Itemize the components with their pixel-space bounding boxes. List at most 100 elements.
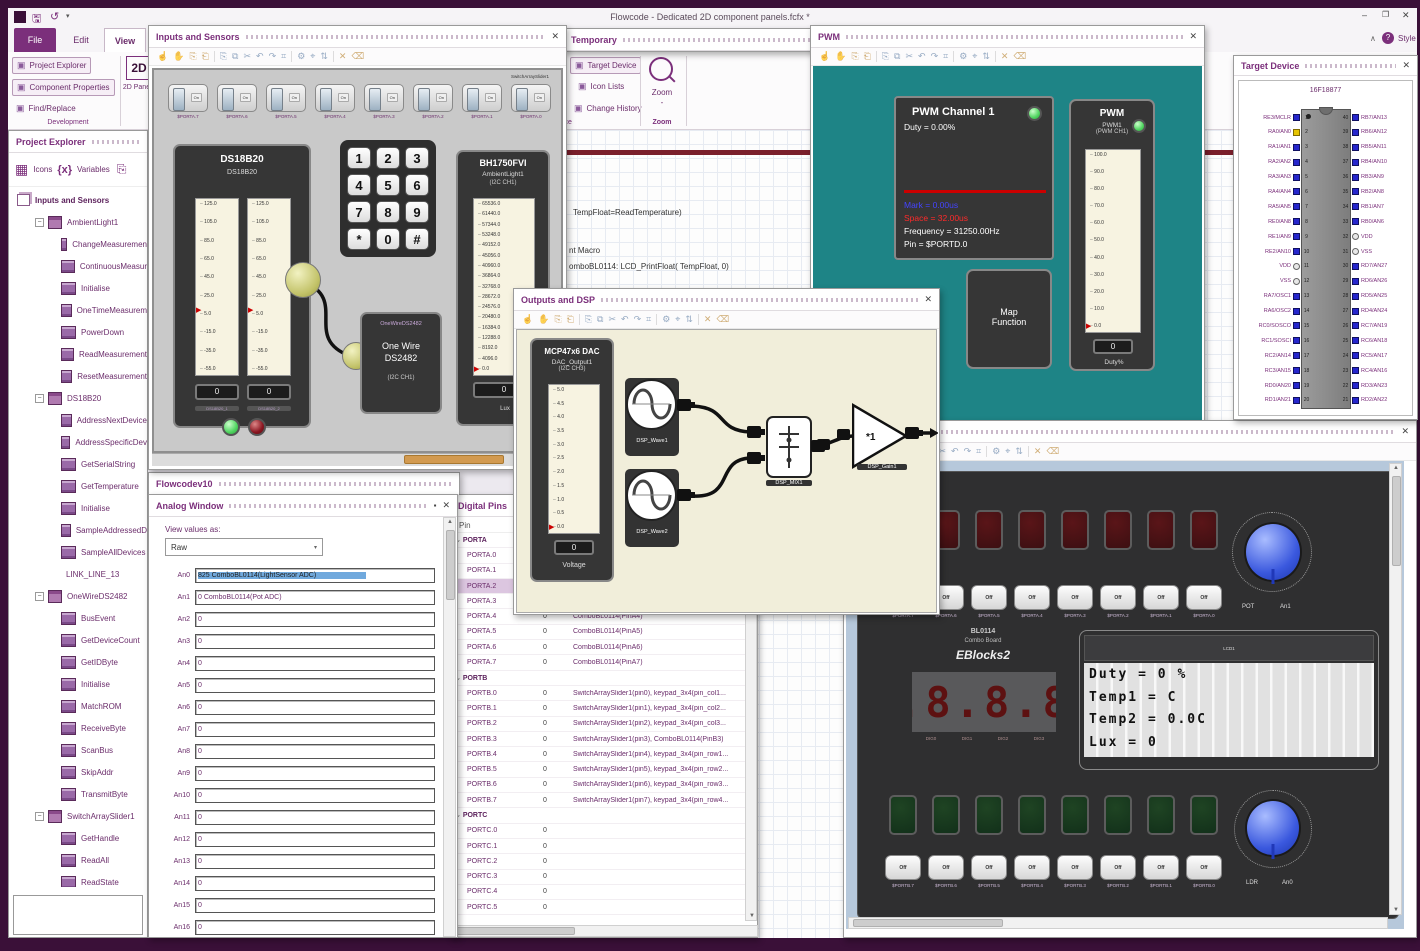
board-vscrollbar[interactable]: ▲ ▼ — [1389, 463, 1402, 915]
digital-pin-row[interactable]: PORTB.6 0 SwitchArraySlider1(pin6), keypad… — [451, 778, 757, 794]
toolbar-icon[interactable]: ✂ — [608, 315, 616, 324]
toolbar-icon[interactable]: ☝ — [819, 52, 830, 61]
toolbar-icon[interactable]: ✋ — [835, 52, 846, 61]
toggle-switch[interactable] — [511, 84, 551, 112]
analog-value-input[interactable]: 825 ComboBL0114(LightSensor ADC) — [195, 567, 435, 583]
chip-pin[interactable]: 21 RD2/AN22 — [1341, 396, 1411, 405]
toggle-switch[interactable] — [168, 84, 208, 112]
analog-value-input[interactable]: 0 — [195, 677, 435, 693]
ribbon-icon-lists-toggle[interactable]: Icon Lists — [574, 79, 628, 94]
view-values-dropdown[interactable]: Raw ▾ — [165, 538, 323, 556]
toolbar-icon[interactable]: ⇅ — [1015, 447, 1023, 456]
portb-off-button[interactable]: Off — [1143, 855, 1179, 880]
tree-item[interactable]: −ContinuousMeasur — [17, 255, 147, 277]
style-button[interactable]: Style — [1398, 34, 1416, 43]
panel-drag-area[interactable] — [229, 503, 428, 508]
panel-drag-area[interactable] — [1305, 63, 1397, 68]
tree-item[interactable]: −ReadMeasurement — [17, 343, 147, 365]
ldr-knob[interactable] — [1245, 799, 1301, 857]
chip-pin[interactable]: RA4/AN4 6 — [1241, 187, 1311, 196]
digital-pin-row[interactable]: PORTB.2 0 SwitchArraySlider1(pin2), keypad… — [451, 717, 757, 732]
tree-expander-icon[interactable]: − — [35, 811, 44, 821]
ribbon-find-replace-button[interactable]: Find/Replace — [12, 101, 80, 116]
tree-item[interactable]: −Initialise — [17, 277, 147, 299]
close-icon[interactable]: ✕ — [1189, 31, 1197, 42]
analog-value-input[interactable]: 0 — [195, 721, 435, 737]
close-icon[interactable]: ✕ — [1401, 426, 1409, 437]
tree-item[interactable]: −AddressSpecificDev — [17, 431, 147, 453]
toolbar-icon[interactable]: ⎗ — [567, 315, 574, 324]
keypad-key[interactable]: 6 — [405, 174, 429, 196]
toolbar-icon[interactable]: ⚙ — [297, 52, 305, 61]
tree-item[interactable]: −AddressNextDevice — [17, 409, 147, 431]
tree-item[interactable]: − OneWireDS2482 — [17, 585, 147, 607]
tree-expander-icon[interactable]: − — [35, 217, 44, 227]
pwm-channel1-component[interactable]: PWM Channel 1 Duty = 0.00% Mark = 0.00us… — [894, 96, 1054, 260]
chip-pin[interactable]: 38 RB5/AN11 — [1341, 143, 1411, 152]
digital-pin-row[interactable]: PORTC.0 0 — [451, 824, 757, 839]
tree-item[interactable]: −ReceiveByte — [17, 717, 147, 739]
tree-item[interactable]: −Initialise — [17, 497, 147, 519]
digital-pin-row[interactable]: PORTA.6 0 ComboBL0114(PinA6) — [451, 640, 757, 656]
porta-off-button[interactable]: Off — [1143, 585, 1179, 610]
tree-item[interactable]: −ReadAll — [17, 849, 147, 871]
chip-pin[interactable]: 35 RB2/AN8 — [1341, 187, 1411, 196]
portb-off-button[interactable]: Off — [885, 855, 921, 880]
keypad-key[interactable]: 3 — [405, 147, 429, 169]
portb-off-button[interactable]: Off — [1057, 855, 1093, 880]
ribbon-collapse-icon[interactable]: ∧ — [1370, 34, 1376, 43]
digital-pin-row[interactable]: PORTB.3 0 SwitchArraySlider1(pin3), ComboB… — [451, 732, 757, 748]
chip-pin[interactable]: 32 VDD — [1341, 232, 1411, 241]
chip-pin[interactable]: VSS 12 — [1241, 277, 1311, 286]
tree-item[interactable]: −GetSerialString — [17, 453, 147, 475]
toolbar-icon[interactable]: ✋ — [173, 52, 184, 61]
digital-pin-row[interactable]: PORTB.4 0 SwitchArraySlider1(pin4), keypad… — [451, 747, 757, 763]
chip-pin[interactable]: 25 RC6/AN18 — [1341, 336, 1411, 345]
tree-item[interactable]: − DS18B20 — [17, 387, 147, 409]
chip-pin[interactable]: VDD 11 — [1241, 262, 1311, 271]
portb-off-button[interactable]: Off — [1014, 855, 1050, 880]
pwm-slider-scale[interactable]: 100.090.080.070.060.050.040.030.020.010.… — [1085, 149, 1141, 333]
toolbar-icon[interactable]: ⇅ — [320, 52, 328, 61]
chip-pin[interactable]: RE0/AN8 8 — [1241, 217, 1311, 226]
flowchart-call-text[interactable]: TempFloat=ReadTemperature) — [573, 208, 682, 217]
toolbar-icon[interactable]: ⌫ — [716, 315, 729, 324]
ribbon-change-history-toggle[interactable]: Change History — [570, 101, 646, 116]
toolbar-icon[interactable]: ⎘ — [189, 52, 196, 61]
toolbar-icon[interactable]: | — [656, 314, 658, 325]
portb-off-button[interactable]: Off — [1186, 855, 1222, 880]
chip-pin[interactable]: RE1/AN9 9 — [1241, 232, 1311, 241]
digital-pin-row[interactable]: PORTC.4 0 — [451, 885, 757, 901]
panel-drag-area[interactable] — [91, 139, 140, 144]
chip-pin[interactable]: RA0/AN0 2 — [1241, 128, 1311, 137]
tree-item[interactable]: −ChangeMeasuremen — [17, 233, 147, 255]
porta-off-button[interactable]: Off — [1186, 585, 1222, 610]
analog-value-input[interactable]: 0 — [195, 611, 435, 627]
toolbar-icon[interactable]: ⚙ — [662, 315, 670, 324]
pot-knob[interactable] — [1244, 522, 1302, 582]
board-hscrollbar[interactable] — [848, 917, 1388, 929]
analog-value-input[interactable]: 0 — [195, 787, 435, 803]
tree-item[interactable]: −BusEvent — [17, 607, 147, 629]
toolbar-icon[interactable]: ☝ — [157, 52, 168, 61]
chip-pin[interactable]: 36 RB3/AN9 — [1341, 173, 1411, 182]
close-button[interactable]: ✕ — [1402, 10, 1410, 21]
tree-item[interactable]: −SkipAddr — [17, 761, 147, 783]
tree-item[interactable]: −Inputs and Sensors — [17, 189, 147, 211]
ds18b20-red-led[interactable] — [248, 418, 266, 436]
zoom-minus[interactable]: - — [658, 98, 666, 107]
analog-vscrollbar[interactable]: ▲ — [443, 517, 456, 937]
chip-pin[interactable]: RD1/AN21 20 — [1241, 396, 1311, 405]
analog-value-input[interactable]: 0 — [195, 699, 435, 715]
chip-pin[interactable]: 31 VSS — [1341, 247, 1411, 256]
tree-item[interactable]: −OneTimeMeasurem — [17, 299, 147, 321]
toggle-switch[interactable] — [364, 84, 404, 112]
tree-item[interactable]: −GetDeviceCount — [17, 629, 147, 651]
keypad-key[interactable]: 8 — [376, 201, 400, 223]
chip-pin[interactable]: 28 RD5/AN25 — [1341, 292, 1411, 301]
map-function-component[interactable]: Map Function — [966, 269, 1052, 369]
onewire-ds2482-component[interactable]: OneWireDS2482 One Wire DS2482 (I2C CH1) — [360, 312, 442, 414]
toolbar-icon[interactable]: ↶ — [918, 52, 926, 61]
tree-item[interactable]: −TransmitByte — [17, 783, 147, 805]
digital-pin-row[interactable]: PORTB.1 0 SwitchArraySlider1(pin1), keypad… — [451, 701, 757, 717]
